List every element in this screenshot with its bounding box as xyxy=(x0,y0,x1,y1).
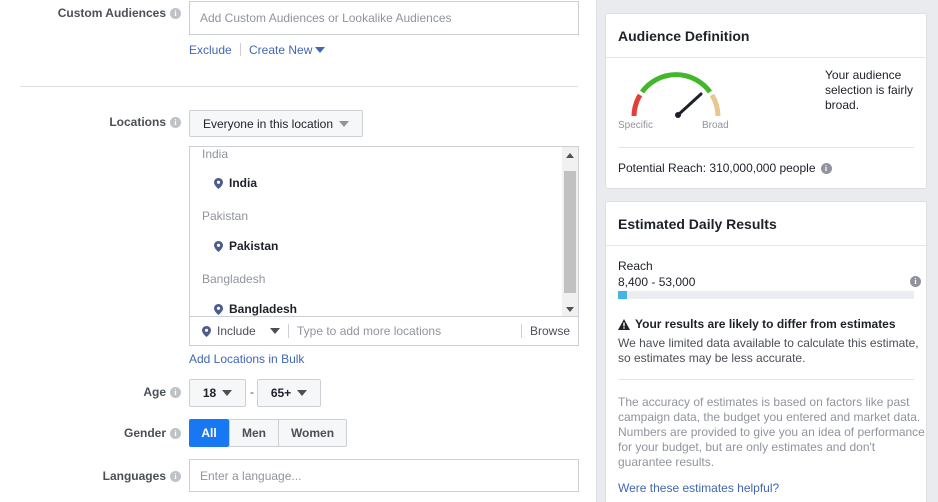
chevron-down-icon xyxy=(297,390,308,396)
add-locations-bulk-link[interactable]: Add Locations in Bulk xyxy=(189,352,304,366)
divider xyxy=(618,147,914,148)
age-separator: - xyxy=(250,385,254,399)
languages-label: Languages xyxy=(102,469,166,483)
scroll-thumb[interactable] xyxy=(564,171,576,293)
location-type-value: Everyone in this location xyxy=(202,116,334,131)
info-icon[interactable]: i xyxy=(170,386,181,398)
estimates-helpful-link[interactable]: Were these estimates helpful? xyxy=(618,481,779,495)
language-placeholder: Enter a language... xyxy=(200,468,302,483)
age-max-dropdown[interactable]: 65+ xyxy=(257,379,321,407)
location-type-dropdown[interactable]: Everyone in this location xyxy=(189,110,363,137)
info-icon[interactable]: i xyxy=(820,162,832,174)
custom-audiences-input[interactable]: Add Custom Audiences or Lookalike Audien… xyxy=(189,1,579,35)
locations-label: Locations xyxy=(109,115,166,129)
estimated-results-title: Estimated Daily Results xyxy=(606,202,926,246)
chevron-down-icon xyxy=(222,390,233,396)
age-label: Age xyxy=(143,385,166,399)
gender-women-label: Women xyxy=(290,426,335,440)
location-item-bangladesh[interactable]: Bangladesh xyxy=(214,302,297,316)
browse-button[interactable]: Browse xyxy=(522,324,578,338)
location-pin-icon xyxy=(214,303,223,315)
reach-progress-fill xyxy=(618,291,627,299)
gender-label: Gender xyxy=(123,426,166,440)
audience-definition-title: Audience Definition xyxy=(606,14,926,58)
info-icon[interactable]: i xyxy=(170,116,181,128)
location-group-pakistan: Pakistan xyxy=(202,209,249,223)
reach-value: 8,400 - 53,000 xyxy=(618,275,696,289)
warning-icon xyxy=(618,318,630,330)
scroll-up-icon[interactable] xyxy=(566,153,574,158)
warning-title: Your results are likely to differ from e… xyxy=(635,317,896,331)
location-item-label: Bangladesh xyxy=(229,302,298,316)
chevron-down-icon xyxy=(315,47,326,53)
targeting-panel: Custom Audiences i Add Custom Audiences … xyxy=(0,0,597,502)
audience-description: Your audience selection is fairly broad. xyxy=(825,68,914,112)
info-icon[interactable]: i xyxy=(170,470,181,482)
gender-all-button[interactable]: All xyxy=(189,419,229,447)
accuracy-text: The accuracy of estimates is based on fa… xyxy=(618,395,925,469)
gauge-broad-label: Broad xyxy=(702,120,729,131)
location-list[interactable]: India India Pakistan Pakistan Bangladesh… xyxy=(189,146,579,317)
age-max-value: 65+ xyxy=(270,386,292,400)
reach-label: Reach xyxy=(618,259,653,273)
location-search-input[interactable]: Type to add more locations xyxy=(289,324,521,338)
estimated-results-card: Estimated Daily Results Reach 8,400 - 53… xyxy=(605,201,927,502)
location-item-label: Pakistan xyxy=(229,239,279,253)
create-new-link[interactable]: Create New xyxy=(249,43,326,57)
location-item-label: India xyxy=(229,176,258,190)
location-scrollbar[interactable] xyxy=(562,147,578,317)
warning-text: We have limited data available to calcul… xyxy=(618,336,919,365)
warning-row: Your results are likely to differ from e… xyxy=(618,317,896,331)
gauge-specific-label: Specific xyxy=(618,120,654,131)
custom-audiences-placeholder: Add Custom Audiences or Lookalike Audien… xyxy=(200,11,452,25)
exclude-link[interactable]: Exclude xyxy=(189,43,232,57)
audience-gauge xyxy=(631,72,721,118)
link-divider xyxy=(240,43,241,56)
gender-men-button[interactable]: Men xyxy=(229,419,279,447)
location-group-india: India xyxy=(202,147,229,161)
location-group-bangladesh: Bangladesh xyxy=(202,272,266,286)
section-divider xyxy=(20,86,578,87)
potential-reach-row: Potential Reach: 310,000,000 people i xyxy=(618,161,832,175)
language-input[interactable]: Enter a language... xyxy=(189,459,579,492)
location-search-bar: Include Type to add more locations Brows… xyxy=(189,316,579,346)
age-min-dropdown[interactable]: 18 xyxy=(189,379,246,407)
info-icon[interactable]: i xyxy=(910,276,921,287)
location-pin-icon xyxy=(214,177,223,189)
reach-progress-bar xyxy=(618,291,914,299)
gender-women-button[interactable]: Women xyxy=(278,419,347,447)
location-item-pakistan[interactable]: Pakistan xyxy=(214,239,278,253)
gender-men-label: Men xyxy=(242,426,266,440)
potential-reach-text: Potential Reach: 310,000,000 people xyxy=(618,161,816,175)
include-dropdown[interactable]: Include xyxy=(190,317,288,345)
info-icon[interactable]: i xyxy=(170,427,181,439)
info-icon[interactable]: i xyxy=(170,7,181,19)
location-pin-icon xyxy=(214,240,223,252)
audience-definition-card: Audience Definition Specific Broad Your … xyxy=(605,13,927,189)
divider xyxy=(618,379,914,380)
chevron-down-icon xyxy=(269,328,280,334)
location-pin-icon xyxy=(202,325,211,337)
include-label: Include xyxy=(217,324,256,338)
chevron-down-icon xyxy=(339,120,350,127)
create-new-label: Create New xyxy=(249,43,313,57)
gender-all-label: All xyxy=(201,426,217,440)
scroll-down-icon[interactable] xyxy=(566,307,574,312)
location-item-india[interactable]: India xyxy=(214,176,257,190)
age-min-value: 18 xyxy=(202,386,217,400)
custom-audiences-label: Custom Audiences xyxy=(57,6,166,20)
